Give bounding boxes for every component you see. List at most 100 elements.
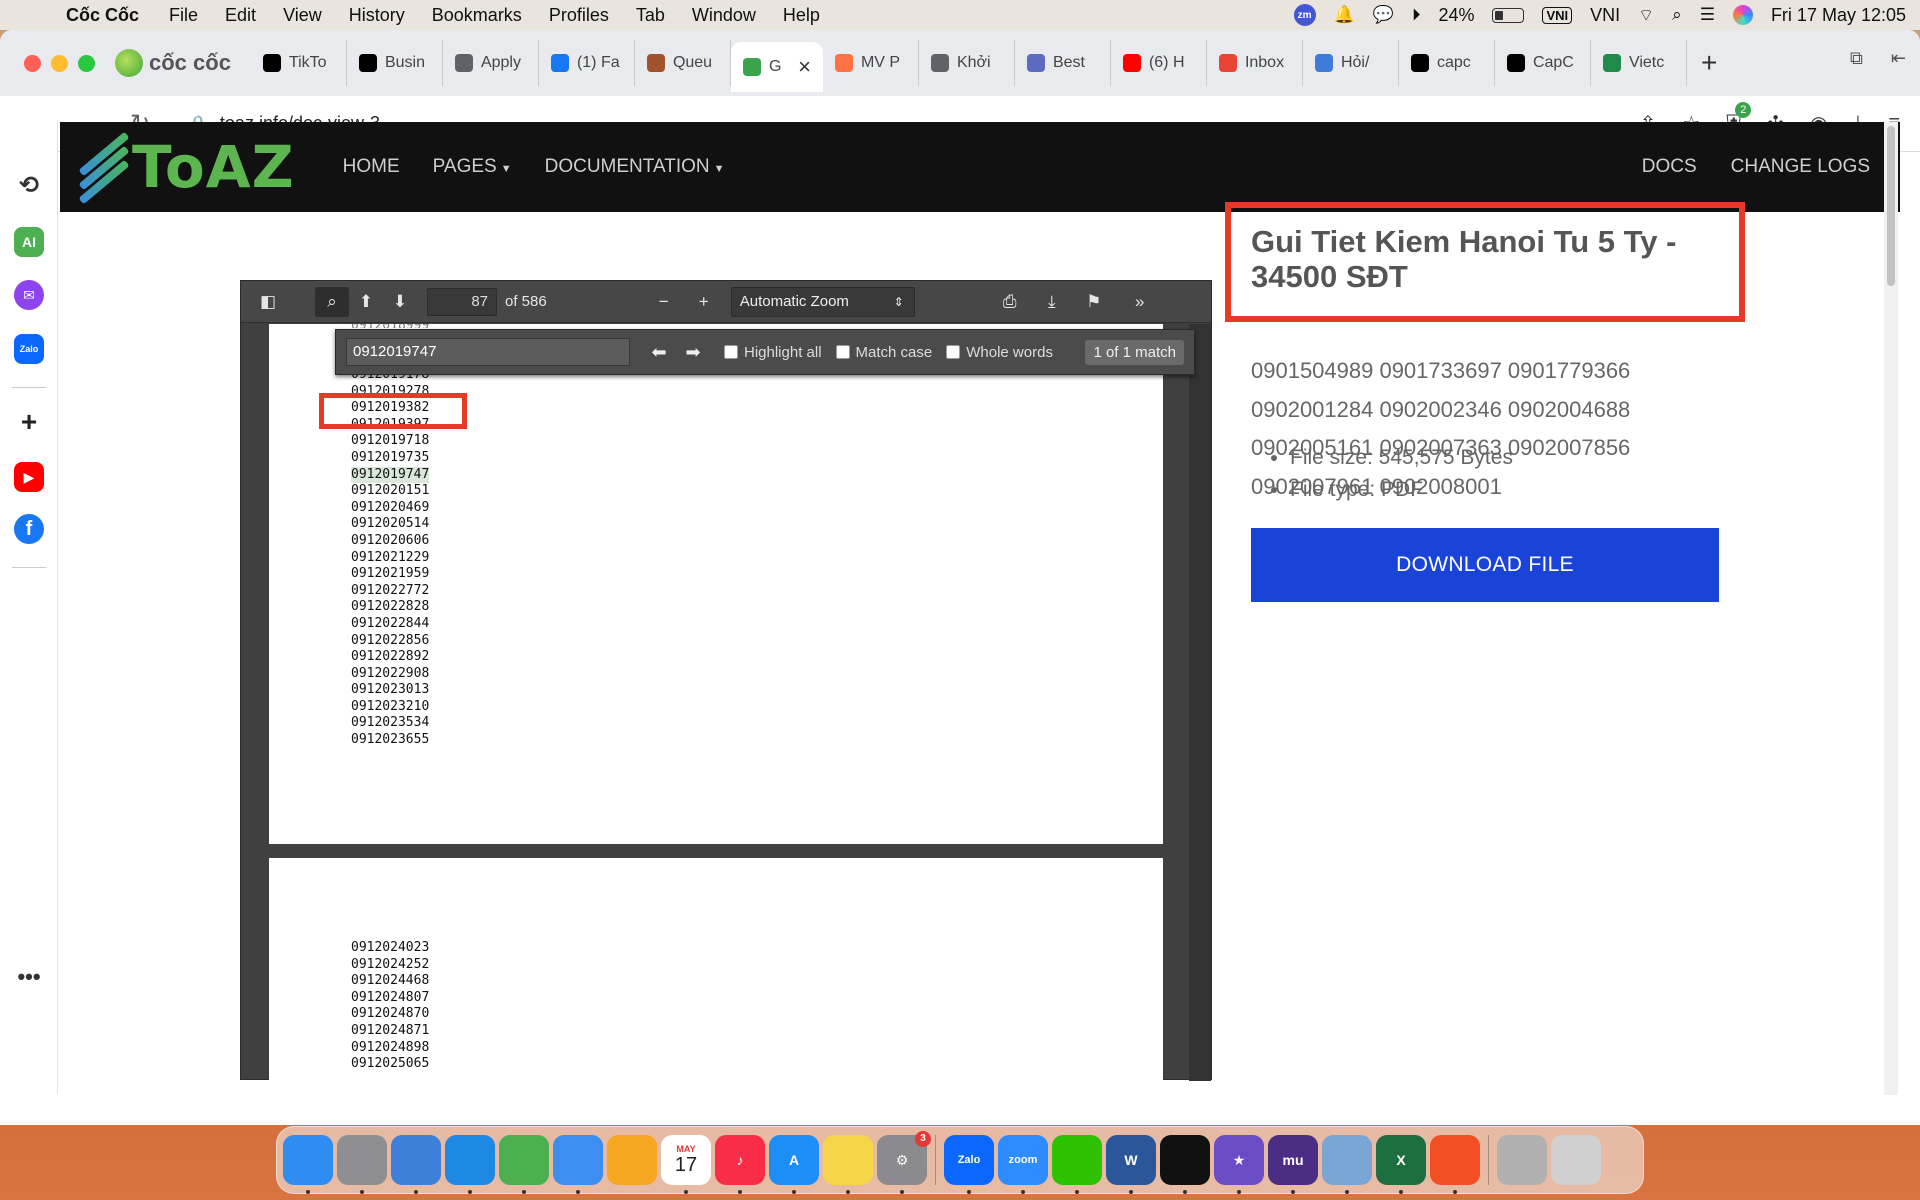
tools-chevron-icon[interactable]: » [1123, 287, 1157, 317]
mu-icon[interactable]: mu [1268, 1135, 1318, 1194]
files-icon[interactable] [391, 1135, 441, 1194]
add-sidebar-app-icon[interactable]: + [14, 406, 44, 437]
close-window-button[interactable] [24, 54, 41, 72]
facebook-sidebar-icon[interactable]: f [14, 514, 44, 544]
minimize-window-button[interactable] [51, 54, 68, 72]
browser-tab[interactable]: Apply [443, 40, 539, 86]
history-icon[interactable]: ⟲ [14, 170, 44, 200]
play-icon[interactable]: ⏵ [1412, 5, 1421, 25]
zoom-in-icon[interactable]: + [687, 287, 721, 317]
browser-tab[interactable]: Busin [347, 40, 443, 86]
coccoc-home-tab[interactable]: cốc cốc [115, 49, 231, 77]
trash-icon[interactable] [1551, 1135, 1601, 1185]
print-icon[interactable]: ⎙ [993, 287, 1027, 317]
zoom-out-icon[interactable]: − [647, 287, 681, 317]
browser-tab[interactable]: capc [1399, 40, 1495, 86]
page-scrollbar-thumb[interactable] [1887, 126, 1895, 286]
ai-assistant-icon[interactable]: AI [14, 227, 44, 257]
notification-bell-icon[interactable]: 🔔 [1334, 5, 1355, 25]
toaz-logo[interactable]: ToAZ [78, 131, 295, 205]
appstore-icon[interactable]: A [769, 1135, 819, 1194]
zalo-sidebar-icon[interactable]: Zalo [14, 334, 44, 364]
photos-icon[interactable] [607, 1135, 657, 1185]
browser-tab[interactable]: (6) H [1111, 40, 1207, 86]
fullscreen-window-button[interactable] [78, 54, 95, 72]
siri-icon[interactable] [1732, 5, 1753, 25]
settings-icon[interactable]: ⚙ 3 [877, 1131, 931, 1194]
browser-tab[interactable]: Hỏi/ [1303, 40, 1399, 86]
office-icon[interactable] [1430, 1135, 1480, 1194]
nav-docs[interactable]: DOCS [1642, 156, 1697, 178]
toggle-sidebar-icon[interactable]: ◧ [251, 287, 285, 317]
safari-icon[interactable] [445, 1135, 495, 1194]
menu-help[interactable]: Help [783, 5, 820, 26]
match-case-checkbox[interactable]: Match case [835, 344, 932, 361]
tab-search-icon[interactable]: ⧉ [1850, 48, 1863, 69]
save-download-icon[interactable]: ⤓ [1035, 287, 1069, 317]
spotlight-search-icon[interactable]: ⌕ [1672, 5, 1682, 25]
input-method-icon[interactable]: VNI [1542, 6, 1573, 24]
browser-tab[interactable]: TikTo [251, 40, 347, 86]
pdf-scrollbar[interactable] [1189, 324, 1211, 1081]
coccoc-icon[interactable] [499, 1135, 549, 1194]
nav-pages[interactable]: PAGES ▼ [433, 156, 512, 178]
browser-tab[interactable]: (1) Fa [539, 40, 635, 86]
highlight-all-checkbox[interactable]: Highlight all [724, 344, 822, 361]
browser-tab[interactable]: Queu [635, 40, 731, 86]
previous-page-arrow-icon[interactable]: ⬆ [349, 287, 383, 317]
finder-icon[interactable] [283, 1135, 333, 1194]
bookmark-icon[interactable]: ⚑ [1077, 287, 1111, 317]
menu-tab[interactable]: Tab [636, 5, 665, 26]
word-icon[interactable]: W [1106, 1135, 1156, 1194]
excel-icon[interactable]: X [1376, 1135, 1426, 1194]
browser-tab[interactable]: CapC [1495, 40, 1591, 86]
browser-tab[interactable]: Khởi [919, 40, 1015, 86]
find-input[interactable]: 0912019747 [346, 338, 630, 366]
menu-window[interactable]: Window [692, 5, 756, 26]
find-next-arrow-icon[interactable]: ➡ [676, 342, 710, 363]
browser-tab[interactable]: Inbox [1207, 40, 1303, 86]
youtube-sidebar-icon[interactable]: ▶ [14, 462, 44, 492]
browser-tab[interactable]: Best [1015, 40, 1111, 86]
browser-tab[interactable]: Vietc [1591, 40, 1687, 86]
messenger-icon[interactable]: ✉ [14, 280, 44, 310]
mail-icon[interactable] [553, 1135, 603, 1194]
zoom-icon[interactable]: zoom [998, 1135, 1048, 1194]
menu-profiles[interactable]: Profiles [549, 5, 609, 26]
browser-tab[interactable]: MV P [823, 40, 919, 86]
zoom-status-icon[interactable]: zm [1293, 4, 1316, 26]
imovie-icon[interactable]: ★ [1214, 1135, 1264, 1194]
wechat-icon[interactable] [1052, 1135, 1102, 1194]
new-tab-plus-icon[interactable]: + [1701, 47, 1717, 79]
menu-bookmarks[interactable]: Bookmarks [432, 5, 522, 26]
next-page-arrow-icon[interactable]: ⬇ [383, 287, 417, 317]
whole-words-checkbox[interactable]: Whole words [946, 344, 1053, 361]
wechat-status-icon[interactable]: 💬 [1373, 5, 1394, 25]
menu-edit[interactable]: Edit [225, 5, 256, 26]
menubar-clock[interactable]: Fri 17 May 12:05 [1771, 5, 1906, 26]
nav-home[interactable]: HOME [343, 156, 400, 178]
capcut-icon[interactable] [1160, 1135, 1210, 1194]
more-options-icon[interactable]: ••• [14, 962, 44, 992]
find-previous-arrow-icon[interactable]: ⬅ [642, 342, 676, 363]
zalo-icon[interactable]: Zalo [944, 1135, 994, 1194]
launchpad-icon[interactable] [337, 1135, 387, 1194]
page-number-input[interactable]: 87 [427, 287, 497, 316]
music-icon[interactable]: ♪ [715, 1135, 765, 1194]
menu-view[interactable]: View [283, 5, 322, 26]
menu-history[interactable]: History [349, 5, 405, 26]
page-scrollbar[interactable] [1884, 122, 1898, 1095]
wifi-icon[interactable]: ⌔ [1638, 5, 1654, 26]
download-file-button[interactable]: DOWNLOAD FILE [1251, 528, 1719, 602]
control-center-icon[interactable]: ☰ [1700, 5, 1715, 25]
battery-icon[interactable] [1492, 7, 1525, 23]
app-name-menu[interactable]: Cốc Cốc [66, 5, 139, 26]
close-tab-icon[interactable]: × [798, 54, 811, 80]
nav-documentation[interactable]: DOCUMENTATION ▼ [545, 156, 725, 178]
preview-icon[interactable] [1322, 1135, 1372, 1194]
zoom-select[interactable]: Automatic Zoom [730, 286, 915, 317]
menu-file[interactable]: File [169, 5, 198, 26]
calendar-icon[interactable]: MAY 17 [661, 1135, 711, 1194]
pdf-pages-container[interactable]: 0912018999 09120191780912019278091201938… [269, 324, 1163, 1081]
find-search-icon[interactable]: ⌕ [315, 286, 349, 317]
